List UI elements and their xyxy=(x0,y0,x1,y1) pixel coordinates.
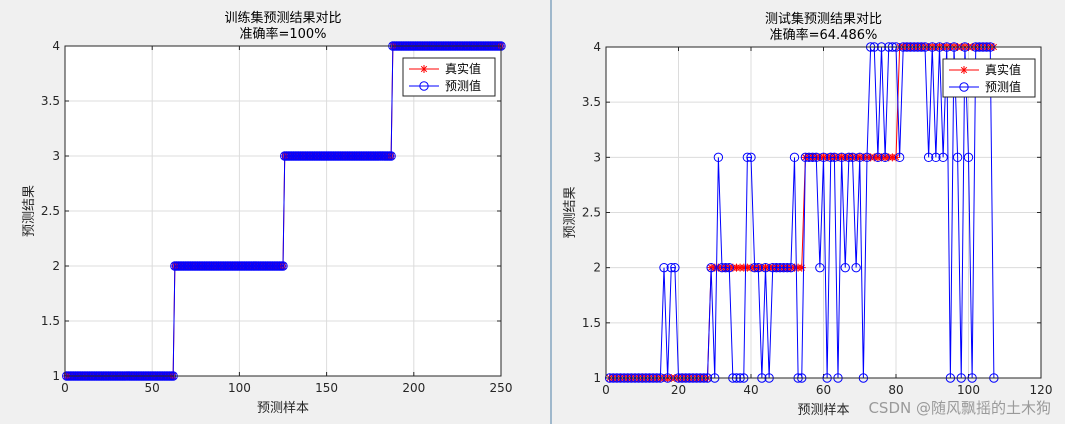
y-tick-label: 3 xyxy=(593,150,601,164)
y-tick-label: 1 xyxy=(593,371,601,385)
y-tick-label: 1.5 xyxy=(41,314,60,328)
y-tick-label: 3.5 xyxy=(582,95,601,109)
x-tick-label: 20 xyxy=(671,383,686,397)
y-tick-label: 3.5 xyxy=(41,94,60,108)
x-tick-label: 40 xyxy=(743,383,758,397)
data-point xyxy=(420,65,428,73)
y-tick-label: 2.5 xyxy=(582,206,601,220)
y-tick-label: 1.5 xyxy=(582,316,601,330)
x-tick-label: 100 xyxy=(228,381,251,395)
y-tick-label: 4 xyxy=(52,39,60,53)
y-axis-label: 预测结果 xyxy=(22,185,37,237)
y-tick-label: 3 xyxy=(52,149,60,163)
x-axis-label: 预测样本 xyxy=(797,403,849,418)
y-axis-label: 预测结果 xyxy=(563,186,578,238)
test-figure-panel: 0 20 40 60 80 100 120 1 1.5 2 2.5 3 3.5 4 测试集预测结果对比 准确率… xyxy=(556,0,1065,424)
x-tick-label: 60 xyxy=(816,383,831,397)
x-tick-label: 100 xyxy=(957,383,980,397)
data-point xyxy=(960,66,968,74)
y-tick-label: 1 xyxy=(52,369,60,383)
chart-subtitle: 准确率=64.486% xyxy=(770,27,878,43)
x-axis-label: 预测样本 xyxy=(257,401,309,416)
x-tick-label: 200 xyxy=(402,381,425,395)
legend-label: 预测值 xyxy=(445,78,481,93)
test-chart: 0 20 40 60 80 100 120 1 1.5 2 2.5 3 3.5 4 测试集预测结果对比准确率… xyxy=(563,11,1053,418)
data-point xyxy=(797,263,806,272)
y-tick-label: 2 xyxy=(52,259,60,273)
x-tick-label: 150 xyxy=(315,381,338,395)
y-tick-label: 2 xyxy=(593,261,601,275)
legend-label: 真实值 xyxy=(445,61,481,76)
train-chart: 0 50 100 150 200 250 1 1.5 2 2.5 3 3.5 4 训练集预测结果对比准确率… xyxy=(22,10,513,416)
x-tick-label: 120 xyxy=(1030,383,1053,397)
chart-title: 测试集预测结果对比 xyxy=(765,11,882,27)
chart-subtitle: 准确率=100% xyxy=(239,26,326,42)
y-tick-label: 4 xyxy=(593,40,601,54)
y-tick-label: 2.5 xyxy=(41,204,60,218)
legend-label: 预测值 xyxy=(985,79,1021,94)
chart-title: 训练集预测结果对比 xyxy=(224,10,341,26)
x-tick-label: 250 xyxy=(490,381,513,395)
legend-label: 真实值 xyxy=(985,62,1021,77)
watermark: CSDN @随风飘摇的土木狗 xyxy=(868,399,1051,417)
legend: 真实值预测值 xyxy=(402,57,496,97)
x-tick-label: 0 xyxy=(61,381,69,395)
x-tick-label: 80 xyxy=(888,383,903,397)
x-tick-label: 0 xyxy=(602,383,610,397)
legend: 真实值预测值 xyxy=(942,58,1036,98)
x-tick-label: 50 xyxy=(145,381,160,395)
train-figure-panel: 0 50 100 150 200 250 1 1.5 2 2.5 3 3.5 4 训练集预测结果对比 准确率… xyxy=(0,0,552,424)
